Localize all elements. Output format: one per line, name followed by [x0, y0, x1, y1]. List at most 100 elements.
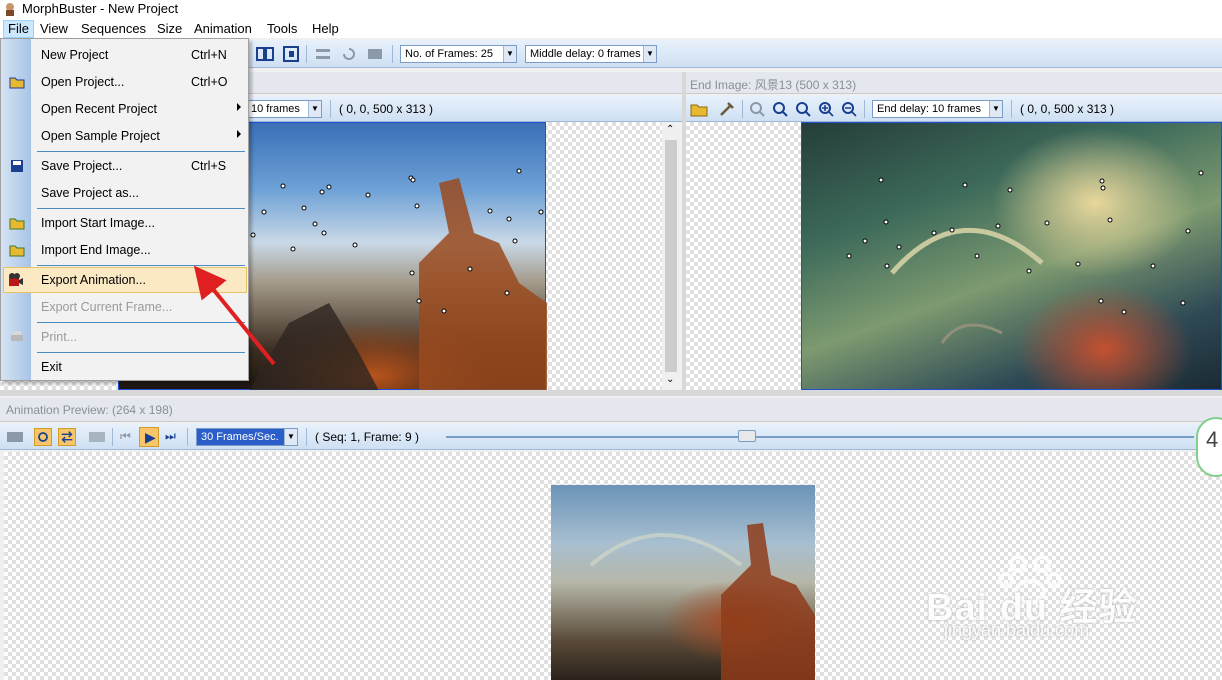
end-canvas[interactable] — [686, 122, 1222, 390]
menu-item-open-recent[interactable]: Open Recent Project — [3, 96, 247, 122]
menu-item-label: Save Project as... — [41, 186, 139, 200]
frames-count-value: No. of Frames: 25 — [405, 48, 494, 60]
frame-slider-thumb[interactable] — [738, 430, 756, 442]
loop-icon[interactable] — [34, 428, 52, 446]
vertical-splitter[interactable] — [682, 72, 686, 394]
menu-item-shortcut: Ctrl+S — [191, 159, 227, 173]
end-panel-toolbar: End delay: 10 frames ▼ ( 0, 0, 500 x 313… — [686, 96, 1222, 122]
menu-item-shortcut: Ctrl+N — [191, 48, 227, 62]
play-icon: ▶ — [145, 429, 156, 445]
app-icon — [6, 3, 14, 16]
menu-item-shortcut: Ctrl+O — [191, 75, 228, 89]
swap-points-icon[interactable] — [314, 45, 332, 63]
toolbar-separator — [864, 100, 865, 118]
zoom-in-icon[interactable] — [817, 100, 835, 118]
watermark-url: jingyan.baidu.com — [944, 620, 1090, 640]
chevron-down-icon: ▼ — [503, 46, 516, 62]
toolbar-separator — [187, 428, 188, 446]
menu-item-open-project[interactable]: Open Project... Ctrl+O — [3, 69, 247, 95]
window-title: MorphBuster - New Project — [22, 1, 179, 16]
menu-item-label: Open Project... — [41, 75, 125, 89]
menu-item-new-project[interactable]: New Project Ctrl+N — [3, 42, 247, 68]
tools-icon[interactable] — [718, 100, 736, 118]
middle-delay-value: Middle delay: 0 frames — [530, 48, 641, 60]
menu-item-label: Print... — [41, 330, 78, 344]
start-vertical-scrollbar[interactable]: ⌃ ⌄ — [662, 122, 680, 390]
last-frame-icon[interactable]: ⏭ — [165, 429, 176, 444]
start-coords: ( 0, 0, 500 x 313 ) — [339, 102, 434, 116]
end-image[interactable] — [801, 122, 1222, 390]
toolbar-separator — [306, 45, 307, 63]
chevron-down-icon: ▼ — [284, 429, 297, 445]
toolbar-separator — [112, 428, 113, 446]
end-morph-points[interactable] — [802, 123, 1222, 391]
menu-separator — [37, 208, 245, 209]
menu-item-open-sample[interactable]: Open Sample Project — [3, 123, 247, 149]
end-delay-value: End delay: 10 frames — [877, 103, 981, 115]
menu-item-label: Import Start Image... — [41, 216, 155, 230]
single-pane-icon[interactable] — [282, 45, 300, 63]
menu-item-save-project-as[interactable]: Save Project as... — [3, 180, 247, 206]
menu-help[interactable]: Help — [308, 20, 343, 38]
start-delay-dropdown[interactable]: 10 frames ▼ — [246, 100, 322, 118]
menu-item-label: Open Recent Project — [41, 102, 158, 116]
scrollbar-thumb[interactable] — [665, 140, 677, 372]
preview-panel-header: Animation Preview: (264 x 198) — [0, 398, 1222, 422]
menu-file[interactable]: File — [3, 20, 34, 38]
zoom-out-icon[interactable] — [840, 100, 858, 118]
start-delay-value: 10 frames — [251, 103, 300, 115]
play-button[interactable]: ▶ — [139, 427, 159, 447]
middle-delay-dropdown[interactable]: Middle delay: 0 frames ▼ — [525, 45, 657, 63]
frames-icon[interactable] — [88, 428, 106, 446]
end-delay-dropdown[interactable]: End delay: 10 frames ▼ — [872, 100, 1003, 118]
horizontal-splitter[interactable] — [0, 390, 1222, 396]
menu-item-import-start[interactable]: Import Start Image... — [3, 210, 247, 236]
menu-animation[interactable]: Animation — [190, 20, 256, 38]
open-folder-icon — [9, 218, 25, 230]
chevron-down-icon: ▼ — [308, 101, 321, 117]
menu-sequences[interactable]: Sequences — [77, 20, 150, 38]
menu-item-label: New Project — [41, 48, 109, 62]
chevron-up-icon[interactable]: ⌃ — [666, 124, 674, 135]
zoom-actual-icon[interactable] — [794, 100, 812, 118]
first-frame-icon[interactable]: ⏮ — [120, 429, 131, 444]
menu-separator — [37, 151, 245, 152]
zoom-fit-icon[interactable] — [748, 100, 766, 118]
menu-bar: File View Sequences Size Animation Tools… — [0, 18, 1222, 38]
toolbar-separator — [742, 100, 743, 118]
chevron-down-icon: ▼ — [643, 46, 656, 62]
title-bar: MorphBuster - New Project — [0, 0, 1222, 18]
frame-slider-track[interactable] — [446, 436, 1194, 438]
two-panes-icon[interactable] — [256, 45, 274, 63]
preview-image — [551, 485, 815, 680]
fps-value: 30 Frames/Sec. — [201, 431, 279, 443]
submenu-arrow-icon — [237, 103, 241, 111]
menu-tools[interactable]: Tools — [263, 20, 301, 38]
menu-item-label: Open Sample Project — [41, 129, 160, 143]
frames-count-dropdown[interactable]: No. of Frames: 25 ▼ — [400, 45, 517, 63]
film-strip-icon[interactable] — [6, 428, 24, 446]
menu-item-label: Exit — [41, 360, 62, 374]
preview-toolbar: ⏮ ▶ ⏭ 30 Frames/Sec. ▼ ( Seq: 1, Frame: … — [0, 424, 1222, 450]
menu-item-import-end[interactable]: Import End Image... — [3, 237, 247, 263]
preview-panel-title: Animation Preview: (264 x 198) — [6, 403, 173, 417]
sequence-frame-status: ( Seq: 1, Frame: 9 ) — [315, 430, 420, 444]
menu-size[interactable]: Size — [153, 20, 186, 38]
preview-blend-shapes — [589, 523, 815, 680]
open-folder-icon[interactable] — [690, 100, 708, 118]
zoom-window-icon[interactable] — [771, 100, 789, 118]
fps-dropdown[interactable]: 30 Frames/Sec. ▼ — [196, 428, 298, 446]
menu-view[interactable]: View — [36, 20, 72, 38]
film-icon[interactable] — [366, 45, 384, 63]
chevron-down-icon[interactable]: ⌄ — [666, 374, 674, 385]
rotate-icon[interactable] — [340, 45, 358, 63]
open-folder-icon — [9, 77, 25, 89]
save-disk-icon — [11, 160, 23, 172]
open-folder-icon — [9, 245, 25, 257]
end-coords: ( 0, 0, 500 x 313 ) — [1020, 102, 1115, 116]
menu-item-label: Export Animation... — [41, 273, 146, 287]
end-panel-header: End Image: 风景13 (500 x 313) — [686, 72, 1222, 94]
bounce-icon[interactable] — [58, 428, 76, 446]
menu-item-save-project[interactable]: Save Project... Ctrl+S — [3, 153, 247, 179]
film-camera-icon — [9, 273, 23, 286]
